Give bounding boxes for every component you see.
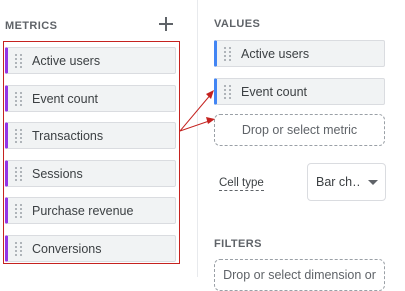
cell-type-selected-value: Bar ch… [316,175,360,189]
value-chip-label: Active users [241,46,310,61]
cell-type-select[interactable]: Bar ch… [307,163,386,201]
chevron-down-icon [368,179,378,185]
tab-settings-panel: VALUES Active users Event count Drop or … [198,0,405,291]
value-chip-label: Event count [241,84,308,99]
metrics-header: METRICS [5,20,58,32]
drag-handle-icon[interactable] [224,46,232,61]
drop-dimension-zone[interactable]: Drop or select dimension or [214,259,385,291]
values-header: VALUES [214,18,261,30]
cell-type-label: Cell type [219,177,264,191]
drop-metric-zone[interactable]: Drop or select metric [214,114,385,146]
value-chip-event-count[interactable]: Event count [214,78,385,105]
value-chip-active-users[interactable]: Active users [214,40,385,67]
filters-header: FILTERS [214,238,262,250]
metrics-panel: METRICS Active users Event count Transac… [0,0,197,277]
add-metric-plus-icon[interactable] [157,15,175,33]
annotation-highlight-box [3,41,180,264]
drag-handle-icon[interactable] [224,84,232,99]
